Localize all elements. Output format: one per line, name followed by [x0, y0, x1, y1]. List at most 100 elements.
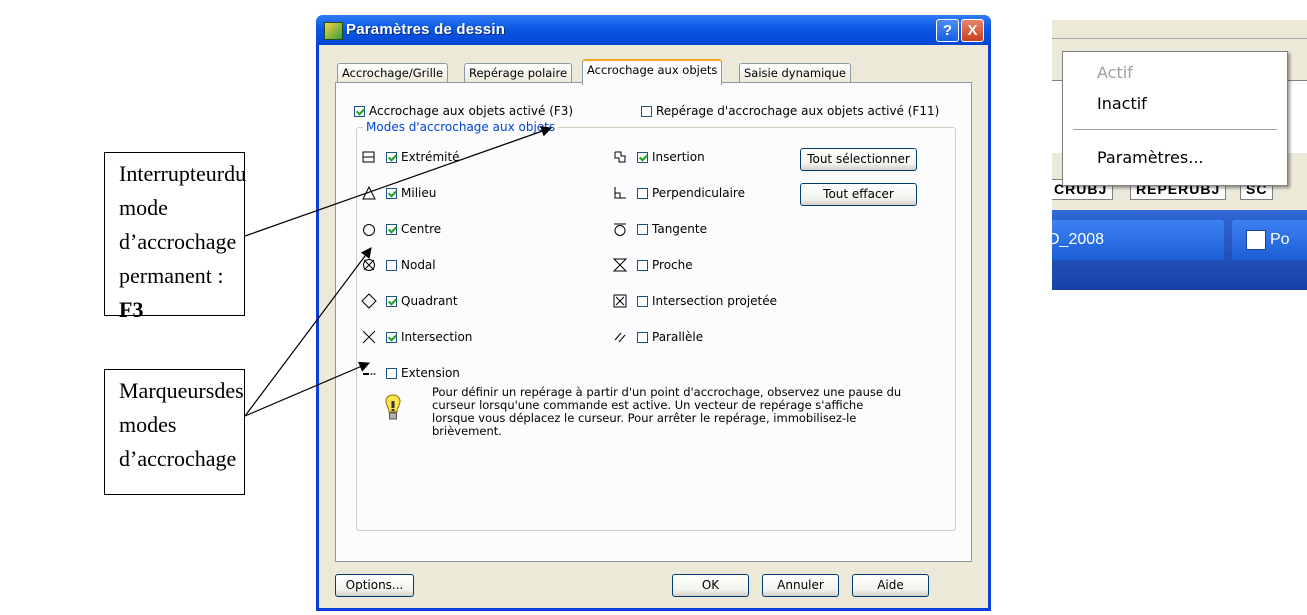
- snap-enabled-checkbox[interactable]: Accrochage aux objets activé (F3): [354, 104, 573, 118]
- square-marker-icon: [358, 147, 380, 167]
- taskbar-item[interactable]: D_2008: [1052, 220, 1224, 260]
- circle-marker-icon: [358, 219, 380, 239]
- tracking-enabled-checkbox[interactable]: Repérage d'accrochage aux objets activé …: [641, 104, 939, 118]
- node-marker-icon: [358, 255, 380, 275]
- checkbox[interactable]: [386, 259, 397, 271]
- mode-label: Extension: [401, 366, 460, 380]
- options-button[interactable]: Options...: [335, 574, 414, 597]
- mode-label: Centre: [401, 222, 442, 236]
- mode-label: Perpendiculaire: [652, 186, 745, 200]
- object-snap-page: Accrochage aux objets activé (F3) Repéra…: [335, 82, 972, 562]
- dialog-client: Accrochage/Grille Repérage polaire Accro…: [319, 45, 988, 608]
- menu-item-off[interactable]: Inactif: [1097, 94, 1147, 113]
- mode-tangent[interactable]: Tangente: [609, 219, 707, 239]
- mode-label: Milieu: [401, 186, 437, 200]
- callout-text: modes: [119, 412, 177, 437]
- clear-all-button[interactable]: Tout effacer: [800, 183, 917, 206]
- mode-label: Parallèle: [652, 330, 704, 344]
- callout-key: F3: [119, 297, 144, 322]
- checkbox[interactable]: [637, 151, 648, 163]
- mode-label: Proche: [652, 258, 693, 272]
- close-button[interactable]: X: [961, 19, 984, 42]
- mode-intersection[interactable]: Intersection: [358, 327, 472, 347]
- mode-apparent-intersection[interactable]: Intersection projetée: [609, 291, 777, 311]
- cross-marker-icon: [358, 327, 380, 347]
- mode-nearest[interactable]: Proche: [609, 255, 693, 275]
- insertion-marker-icon: [609, 147, 631, 167]
- mode-label: Nodal: [401, 258, 436, 272]
- app-icon: [324, 22, 343, 40]
- mode-parallel[interactable]: Parallèle: [609, 327, 703, 347]
- mode-center[interactable]: Centre: [358, 219, 441, 239]
- callout-text: des: [214, 378, 244, 403]
- nearest-marker-icon: [609, 255, 631, 275]
- lightbulb-icon: [385, 394, 401, 420]
- checkbox[interactable]: [641, 105, 652, 117]
- mode-label: Extrémité: [401, 150, 460, 164]
- checkbox[interactable]: [386, 367, 397, 379]
- callout-snap-switch: Interrupteur du mode d’accrochage permane…: [104, 152, 247, 322]
- toolbar-strip: [1052, 20, 1307, 39]
- hint-text: Pour définir un repérage à partir d'un p…: [432, 385, 902, 438]
- callout-markers: Marqueurs des modes d’accrochage: [104, 369, 245, 495]
- checkbox[interactable]: [354, 105, 365, 117]
- callout-text: Interrupteur: [119, 161, 225, 186]
- mode-endpoint[interactable]: Extrémité: [358, 147, 460, 167]
- checkbox[interactable]: [386, 151, 397, 163]
- checkbox[interactable]: [386, 223, 397, 235]
- triangle-marker-icon: [358, 183, 380, 203]
- menu-separator: [1073, 129, 1277, 131]
- checkbox[interactable]: [637, 187, 648, 199]
- word-doc-icon: [1246, 229, 1266, 250]
- tab-dynamic-input[interactable]: Saisie dynamique: [739, 63, 851, 83]
- mode-perpendicular[interactable]: Perpendiculaire: [609, 183, 745, 203]
- dialog-title: Paramètres de dessin: [346, 21, 506, 38]
- help-button[interactable]: Aide: [852, 574, 929, 597]
- taskbar-item-label: Po: [1270, 231, 1290, 248]
- mode-label: Insertion: [652, 150, 705, 164]
- checkbox[interactable]: [637, 223, 648, 235]
- checkbox[interactable]: [386, 295, 397, 307]
- help-title-button[interactable]: ?: [936, 19, 959, 42]
- tangent-marker-icon: [609, 219, 631, 239]
- mode-label: Intersection: [401, 330, 473, 344]
- callout-text: d’accrochage: [119, 229, 237, 254]
- extension-marker-icon: [358, 363, 380, 383]
- checkbox[interactable]: [386, 187, 397, 199]
- context-menu: Actif Inactif Paramètres...: [1062, 51, 1288, 186]
- callout-text: permanent :: [119, 263, 224, 288]
- mode-label: Quadrant: [401, 294, 458, 308]
- callout-text: mode: [119, 195, 168, 220]
- select-all-button[interactable]: Tout sélectionner: [800, 148, 917, 171]
- group-title: Modes d'accrochage aux objets: [363, 120, 559, 134]
- checkbox[interactable]: [637, 295, 648, 307]
- drawing-settings-dialog: Paramètres de dessin ? X Accrochage/Gril…: [316, 15, 991, 611]
- mode-insertion[interactable]: Insertion: [609, 147, 705, 167]
- checkbox[interactable]: [386, 331, 397, 343]
- apparent-intersection-marker-icon: [609, 291, 631, 311]
- callout-text: du: [224, 161, 247, 186]
- mode-extension[interactable]: Extension: [358, 363, 460, 383]
- diamond-marker-icon: [358, 291, 380, 311]
- callout-text: d’accrochage: [119, 446, 237, 471]
- taskbar-item[interactable]: Po: [1232, 220, 1307, 260]
- checkbox[interactable]: [637, 259, 648, 271]
- perpendicular-marker-icon: [609, 183, 631, 203]
- menu-item-on[interactable]: Actif: [1097, 63, 1133, 82]
- ok-button[interactable]: OK: [672, 574, 749, 597]
- cancel-button[interactable]: Annuler: [762, 574, 839, 597]
- checkbox-label: Accrochage aux objets activé (F3): [369, 104, 574, 118]
- tab-object-snap[interactable]: Accrochage aux objets: [582, 59, 723, 85]
- menu-item-settings[interactable]: Paramètres...: [1097, 148, 1203, 167]
- mode-midpoint[interactable]: Milieu: [358, 183, 436, 203]
- mode-quadrant[interactable]: Quadrant: [358, 291, 458, 311]
- callout-text: Marqueurs: [119, 378, 215, 403]
- checkbox[interactable]: [637, 331, 648, 343]
- tab-polar-tracking[interactable]: Repérage polaire: [464, 63, 573, 83]
- tab-snap-grid[interactable]: Accrochage/Grille: [337, 63, 449, 83]
- mode-node[interactable]: Nodal: [358, 255, 436, 275]
- mode-label: Intersection projetée: [652, 294, 778, 308]
- title-bar[interactable]: Paramètres de dessin ? X: [316, 15, 991, 45]
- parallel-marker-icon: [609, 327, 631, 347]
- checkbox-label: Repérage d'accrochage aux objets activé …: [656, 104, 940, 118]
